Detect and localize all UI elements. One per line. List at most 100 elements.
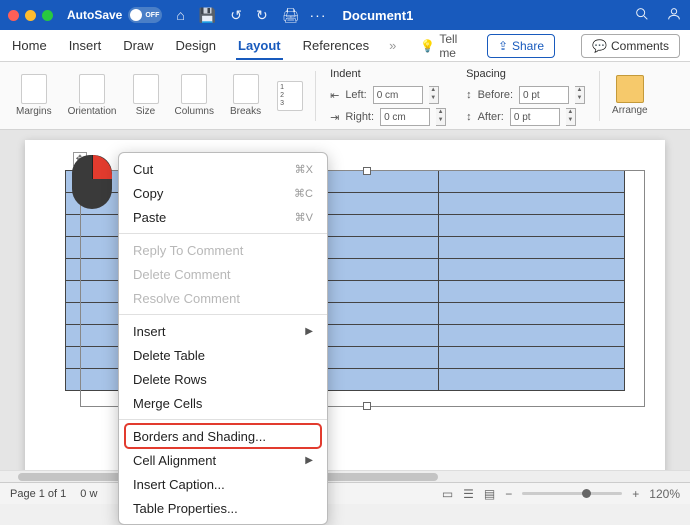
undo-icon[interactable]: ↺ <box>230 7 242 24</box>
indent-right-stepper[interactable]: ▲▼ <box>436 108 446 126</box>
context-item-delete-table[interactable]: Delete Table <box>119 343 327 367</box>
home-icon[interactable]: ⌂ <box>176 7 184 23</box>
title-bar: AutoSave OFF ⌂ 💾 ↺ ↻ 🖨 ··· Document1 <box>0 0 690 30</box>
indent-right-input[interactable]: 0 cm <box>380 108 430 126</box>
minimize-window-icon[interactable] <box>25 10 36 21</box>
spacing-title: Spacing <box>466 68 585 80</box>
share-icon: ⇪ <box>498 39 508 53</box>
mouse-cursor-graphic <box>72 155 112 209</box>
table-cell[interactable] <box>438 193 624 215</box>
context-item-merge-cells[interactable]: Merge Cells <box>119 391 327 415</box>
table-cell[interactable] <box>438 237 624 259</box>
indent-group: Indent ⇤ Left: 0 cm ▲▼ ⇥ Right: 0 cm ▲▼ <box>320 62 456 126</box>
context-item-cut[interactable]: Cut⌘X <box>119 157 327 181</box>
close-window-icon[interactable] <box>8 10 19 21</box>
redo-icon[interactable]: ↻ <box>256 7 268 24</box>
print-layout-icon[interactable]: ☰ <box>463 487 474 501</box>
table-cell[interactable] <box>438 281 624 303</box>
chevron-right-icon: ▶ <box>305 326 313 337</box>
context-item-delete-comment: Delete Comment <box>119 262 327 286</box>
indent-right-icon: ⇥ <box>330 111 339 124</box>
document-title: Document1 <box>343 8 414 23</box>
spacing-before-icon: ↕ <box>466 89 472 101</box>
autosave-toggle[interactable]: AutoSave OFF <box>67 7 162 23</box>
autosave-label: AutoSave <box>67 8 122 22</box>
status-bar: Page 1 of 1 0 w ▭ ☰ ▤ − + 120% <box>0 482 690 504</box>
context-item-table-properties[interactable]: Table Properties... <box>119 496 327 520</box>
search-icon[interactable] <box>634 6 650 25</box>
table-cell[interactable] <box>438 303 624 325</box>
table-cell[interactable] <box>438 369 624 391</box>
comment-icon: 💬 <box>592 39 607 53</box>
spacing-before-stepper[interactable]: ▲▼ <box>575 86 585 104</box>
arrange-button[interactable]: Arrange <box>604 62 656 129</box>
context-item-reply-to-comment: Reply To Comment <box>119 238 327 262</box>
tab-design[interactable]: Design <box>174 32 218 59</box>
spacing-after-input[interactable]: 0 pt <box>510 108 560 126</box>
zoom-in-icon[interactable]: + <box>632 487 639 501</box>
orientation-button[interactable]: Orientation <box>60 62 125 129</box>
tab-layout[interactable]: Layout <box>236 32 283 60</box>
zoom-value[interactable]: 120% <box>649 487 680 501</box>
maximize-window-icon[interactable] <box>42 10 53 21</box>
indent-left-input[interactable]: 0 cm <box>373 86 423 104</box>
ribbon: Margins Orientation Size Columns Breaks … <box>0 62 690 130</box>
tab-home[interactable]: Home <box>10 32 49 59</box>
context-item-insert-caption[interactable]: Insert Caption... <box>119 472 327 496</box>
table-cell[interactable] <box>438 325 624 347</box>
context-item-resolve-comment: Resolve Comment <box>119 286 327 310</box>
window-controls[interactable] <box>8 10 53 21</box>
autosave-switch[interactable]: OFF <box>128 7 162 23</box>
context-item-cell-alignment[interactable]: Cell Alignment▶ <box>119 448 327 472</box>
ribbon-tabs: Home Insert Draw Design Layout Reference… <box>0 30 690 62</box>
spacing-after-icon: ↕ <box>466 111 472 123</box>
context-item-copy[interactable]: Copy⌘C <box>119 181 327 205</box>
horizontal-scrollbar[interactable] <box>0 470 690 482</box>
share-button[interactable]: ⇪ Share <box>487 34 555 58</box>
save-icon[interactable]: 💾 <box>199 7 216 24</box>
tab-references[interactable]: References <box>301 32 371 59</box>
context-item-insert[interactable]: Insert▶ <box>119 319 327 343</box>
context-item-delete-rows[interactable]: Delete Rows <box>119 367 327 391</box>
spacing-after-stepper[interactable]: ▲▼ <box>566 108 576 126</box>
more-commands-icon[interactable]: ··· <box>310 7 327 23</box>
status-words[interactable]: 0 w <box>80 488 97 500</box>
columns-button[interactable]: Columns <box>167 62 222 129</box>
spacing-before-label: Before: <box>478 89 513 101</box>
spacing-group: Spacing ↕ Before: 0 pt ▲▼ ↕ After: 0 pt … <box>456 62 595 126</box>
spacing-before-input[interactable]: 0 pt <box>519 86 569 104</box>
line-numbers-button[interactable]: 1 2 3 <box>269 62 311 129</box>
indent-left-stepper[interactable]: ▲▼ <box>429 86 439 104</box>
more-tabs-icon[interactable]: » <box>389 38 396 53</box>
size-button[interactable]: Size <box>125 62 167 129</box>
table-cell[interactable] <box>438 347 624 369</box>
indent-left-icon: ⇤ <box>330 89 339 102</box>
indent-right-label: Right: <box>345 111 374 123</box>
indent-title: Indent <box>330 68 446 80</box>
tell-me[interactable]: 💡 Tell me <box>420 32 469 60</box>
web-layout-icon[interactable]: ▤ <box>484 487 495 501</box>
context-separator <box>119 419 327 420</box>
tab-insert[interactable]: Insert <box>67 32 104 59</box>
table-cell[interactable] <box>438 215 624 237</box>
context-item-borders-and-shading[interactable]: Borders and Shading... <box>125 424 321 448</box>
zoom-slider[interactable] <box>522 492 622 495</box>
table-cell[interactable] <box>438 259 624 281</box>
context-separator <box>119 314 327 315</box>
comments-button[interactable]: 💬 Comments <box>581 34 680 58</box>
context-separator <box>119 233 327 234</box>
table-cell[interactable] <box>438 171 624 193</box>
focus-view-icon[interactable]: ▭ <box>442 487 453 501</box>
account-icon[interactable] <box>666 6 682 25</box>
breaks-button[interactable]: Breaks <box>222 62 269 129</box>
quick-access-toolbar: ⌂ 💾 ↺ ↻ 🖨 <box>176 7 299 24</box>
bulb-icon: 💡 <box>420 39 435 53</box>
indent-left-label: Left: <box>345 89 366 101</box>
tab-draw[interactable]: Draw <box>121 32 155 59</box>
status-page[interactable]: Page 1 of 1 <box>10 488 66 500</box>
spacing-after-label: After: <box>478 111 504 123</box>
print-icon[interactable]: 🖨 <box>282 7 300 24</box>
zoom-out-icon[interactable]: − <box>505 487 512 501</box>
context-item-paste[interactable]: Paste⌘V <box>119 205 327 229</box>
margins-button[interactable]: Margins <box>8 62 60 129</box>
